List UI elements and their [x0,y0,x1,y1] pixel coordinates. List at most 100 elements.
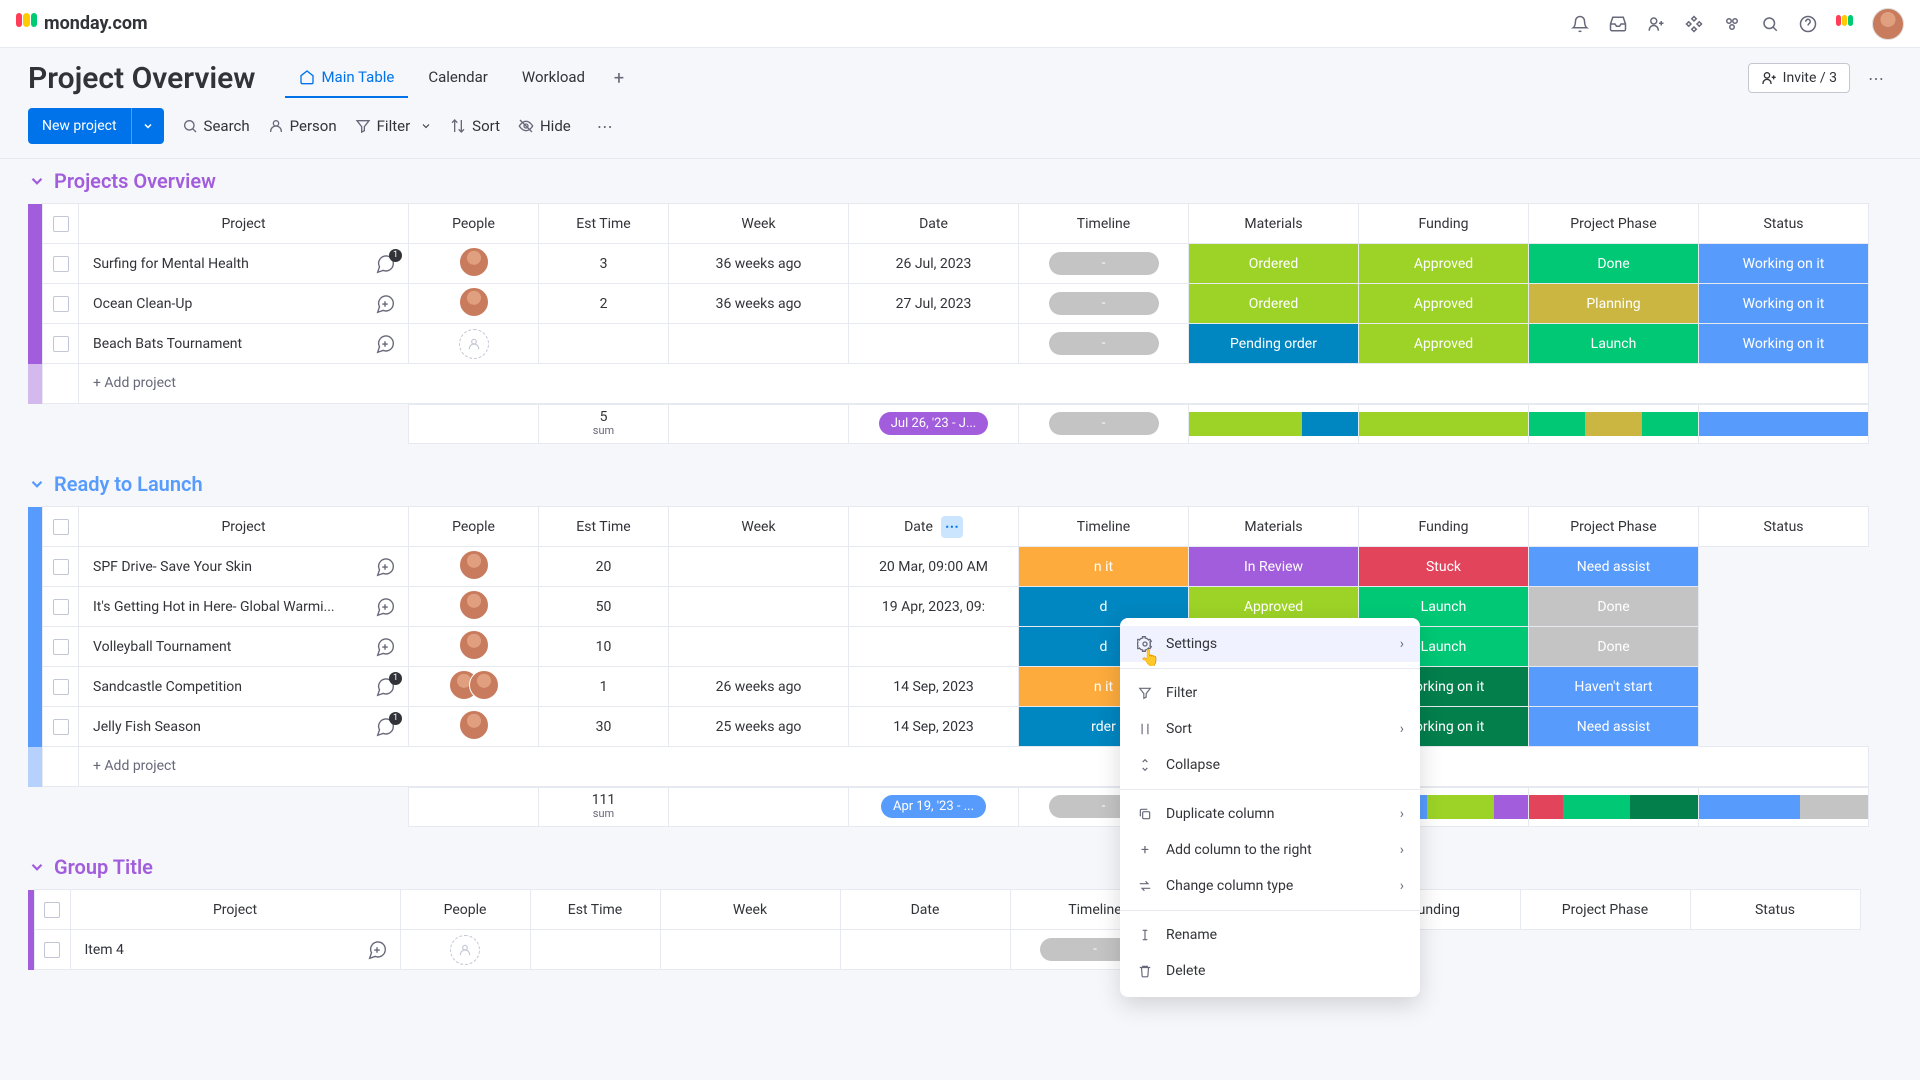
new-project-button[interactable]: New project [28,108,164,144]
status-cell[interactable]: Done [1529,587,1699,627]
tab-workload[interactable]: Workload [508,58,599,98]
date-cell[interactable]: 14 Sep, 2023 [849,667,1019,707]
person-empty-icon[interactable] [459,329,489,359]
add-view-button[interactable]: + [605,64,633,92]
est-cell[interactable]: 1 [539,667,669,707]
column-header-status[interactable]: Status [1699,507,1869,547]
people-cell[interactable] [459,590,489,620]
sort-button[interactable]: Sort [450,117,500,135]
est-cell[interactable] [530,930,660,970]
project-name[interactable]: Surfing for Mental Health [93,256,249,272]
date-cell[interactable] [840,930,1010,970]
menu-settings[interactable]: Settings› [1120,626,1420,662]
table-row[interactable]: Jelly Fish Season1 30 25 weeks ago 14 Se… [28,707,1869,747]
menu-duplicate[interactable]: Duplicate column› [1120,796,1420,832]
select-all-checkbox[interactable] [53,216,69,232]
column-header-people[interactable]: People [409,204,539,244]
group-title[interactable]: Ready to Launch [54,472,203,496]
chat-icon[interactable] [374,636,396,658]
project-name[interactable]: Item 4 [85,942,124,958]
row-checkbox[interactable] [53,639,69,655]
date-cell[interactable] [849,324,1019,364]
status-cell[interactable]: Need assist [1529,547,1699,587]
add-project-row[interactable]: + Add project [28,747,1869,787]
status-cell[interactable]: Haven't start [1529,667,1699,707]
status-cell[interactable]: Done [1529,627,1699,667]
table-row[interactable]: SPF Drive- Save Your Skin 20 20 Mar, 09:… [28,547,1869,587]
column-header-week[interactable]: Week [669,204,849,244]
column-header-timeline[interactable]: Timeline [1019,507,1189,547]
est-cell[interactable]: 20 [539,547,669,587]
apps-icon[interactable] [1684,14,1704,34]
select-all-checkbox[interactable] [44,902,60,918]
column-header-timeline[interactable]: Timeline [1019,204,1189,244]
inbox-icon[interactable] [1608,14,1628,34]
invite-icon[interactable] [1646,14,1666,34]
chat-icon[interactable]: 1 [374,716,396,738]
column-header-project[interactable]: Project [79,507,409,547]
menu-addcol[interactable]: +Add column to the right› [1120,832,1420,868]
row-checkbox[interactable] [44,942,60,958]
column-header-people[interactable]: People [409,507,539,547]
week-cell[interactable] [669,627,849,667]
est-cell[interactable] [539,324,669,364]
chat-icon[interactable] [374,333,396,355]
people-cell[interactable] [459,550,489,580]
menu-collapse[interactable]: Collapse [1120,747,1420,783]
row-checkbox[interactable] [53,599,69,615]
chevron-down-icon[interactable] [28,858,46,876]
est-cell[interactable]: 30 [539,707,669,747]
column-header-phase[interactable]: Project Phase [1529,204,1699,244]
timeline-pill[interactable]: - [1049,292,1159,315]
phase-cell[interactable]: Done [1529,244,1699,284]
select-all-checkbox[interactable] [53,519,69,535]
week-cell[interactable] [669,324,849,364]
materials-cell[interactable]: n it [1019,547,1189,587]
column-header-people[interactable]: People [400,890,530,930]
funding-cell[interactable]: Approved [1359,244,1529,284]
table-row[interactable]: Item 4 - [28,930,1860,970]
week-cell[interactable]: 36 weeks ago [669,284,849,324]
est-cell[interactable]: 2 [539,284,669,324]
row-checkbox[interactable] [53,559,69,575]
table-row[interactable]: It's Getting Hot in Here- Global Warmi..… [28,587,1869,627]
timeline-pill[interactable]: - [1049,332,1159,355]
chevron-down-icon[interactable] [131,108,164,144]
project-name[interactable]: Sandcastle Competition [93,679,242,695]
help-icon[interactable] [1798,14,1818,34]
column-header-status[interactable]: Status [1699,204,1869,244]
product-switcher-icon[interactable] [1836,15,1854,33]
column-header-est[interactable]: Est Time [530,890,660,930]
board-more-button[interactable]: ⋯ [1860,62,1892,94]
project-name[interactable]: Beach Bats Tournament [93,336,242,352]
week-cell[interactable] [660,930,840,970]
column-more-button[interactable]: ⋯ [941,516,963,538]
date-cell[interactable]: 19 Apr, 2023, 09: [849,587,1019,627]
bell-icon[interactable] [1570,14,1590,34]
group-title[interactable]: Projects Overview [54,169,216,193]
table-row[interactable]: Surfing for Mental Health1 3 36 weeks ag… [28,244,1869,284]
column-header-phase[interactable]: Project Phase [1529,507,1699,547]
project-name[interactable]: It's Getting Hot in Here- Global Warmi..… [93,599,335,615]
date-cell[interactable]: 14 Sep, 2023 [849,707,1019,747]
logo[interactable]: monday.com [16,13,148,35]
column-header-project[interactable]: Project [70,890,400,930]
add-project-row[interactable]: + Add project [28,364,1869,404]
project-name[interactable]: Jelly Fish Season [93,719,201,735]
status-cell[interactable]: Working on it [1699,324,1869,364]
table-row[interactable]: Sandcastle Competition1 1 26 weeks ago 1… [28,667,1869,707]
row-checkbox[interactable] [53,256,69,272]
chat-icon[interactable] [374,293,396,315]
column-header-status[interactable]: Status [1690,890,1860,930]
date-cell[interactable]: 26 Jul, 2023 [849,244,1019,284]
menu-rename[interactable]: Rename [1120,917,1420,953]
status-cell[interactable]: Need assist [1529,707,1699,747]
project-name[interactable]: Volleyball Tournament [93,639,231,655]
est-cell[interactable]: 50 [539,587,669,627]
column-header-week[interactable]: Week [669,507,849,547]
project-name[interactable]: SPF Drive- Save Your Skin [93,559,252,575]
column-header-est[interactable]: Est Time [539,507,669,547]
group-title[interactable]: Group Title [54,855,153,879]
table-row[interactable]: Ocean Clean-Up 2 36 weeks ago 27 Jul, 20… [28,284,1869,324]
column-header-materials[interactable]: Materials [1189,507,1359,547]
